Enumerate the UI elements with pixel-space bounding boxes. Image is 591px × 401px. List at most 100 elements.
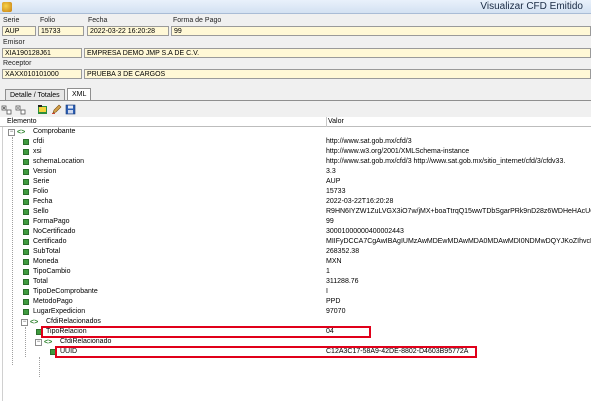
attribute-icon: [23, 279, 29, 285]
tree-row[interactable]: xsi http://www.w3.org/2001/XMLSchema-ins…: [0, 147, 591, 157]
row-name: TipoDeComprobante: [33, 288, 98, 295]
row-name: MetodoPago: [33, 298, 73, 305]
row-name: TipoCambio: [33, 268, 71, 275]
attribute-icon: [23, 169, 29, 175]
toolbar: [0, 103, 591, 116]
row-value: 15733: [326, 188, 346, 195]
tree-row[interactable]: Folio 15733: [0, 187, 591, 197]
row-name: Certificado: [33, 238, 67, 245]
edit-icon[interactable]: [51, 104, 62, 115]
row-value: 99: [326, 218, 334, 225]
attribute-icon: [23, 209, 29, 215]
attribute-icon: [23, 289, 29, 295]
tree-row[interactable]: − <> Comprobante: [0, 127, 591, 137]
save-icon[interactable]: [65, 104, 76, 115]
receptor-label: Receptor: [3, 60, 32, 67]
row-value: R9HN6IYZW1ZuLVGX3iO7w/jMX+boaTtrqQ15wwTD…: [326, 208, 591, 215]
row-value: 311288.76: [326, 278, 359, 285]
row-name: Serie: [33, 178, 50, 185]
tree-row[interactable]: NoCertificado 30001000000400002443: [0, 227, 591, 237]
folio-field[interactable]: 15733: [38, 26, 84, 36]
tree-row[interactable]: TipoCambio 1: [0, 267, 591, 277]
receptor-rfc-field[interactable]: XAXX010101000: [2, 69, 82, 79]
collapse-toggle[interactable]: −: [21, 319, 28, 326]
tab-divider: [0, 100, 591, 101]
window-title: Visualizar CFD Emitido: [480, 1, 583, 12]
row-name: xsi: [33, 148, 42, 155]
row-value: I: [326, 288, 328, 295]
tree-row[interactable]: Total 311288.76: [0, 277, 591, 287]
tree-row[interactable]: TipoDeComprobante I: [0, 287, 591, 297]
tree-row[interactable]: cfdi http://www.sat.gob.mx/cfd/3: [0, 137, 591, 147]
row-value: 3.3: [326, 168, 336, 175]
fecha-label: Fecha: [88, 17, 108, 24]
row-name: SubTotal: [33, 248, 61, 255]
collapse-toggle[interactable]: −: [8, 129, 15, 136]
fecha-field[interactable]: 2022-03-22 16:20:28: [87, 26, 169, 36]
serie-label: Serie: [3, 17, 20, 24]
receptor-nombre-field[interactable]: PRUEBA 3 DE CARGOS: [84, 69, 591, 79]
row-name: FormaPago: [33, 218, 70, 225]
highlight-tiporelacion: [41, 326, 371, 338]
attribute-icon: [23, 309, 29, 315]
tree-row[interactable]: Fecha 2022-03-22T16:20:28: [0, 197, 591, 207]
row-value: 1: [326, 268, 330, 275]
row-value: PPD: [326, 298, 341, 305]
tree-row[interactable]: schemaLocation http://www.sat.gob.mx/cfd…: [0, 157, 591, 167]
row-name: LugarExpedicion: [33, 308, 86, 315]
collapse-all-icon[interactable]: [15, 104, 26, 115]
forma-pago-field[interactable]: 99: [171, 26, 591, 36]
emisor-rfc-field[interactable]: XIA190128J61: [2, 48, 82, 58]
attribute-icon: [23, 139, 29, 145]
col-elemento[interactable]: Elemento: [7, 117, 37, 127]
tree-row[interactable]: Serie AUP: [0, 177, 591, 187]
row-value: http://www.sat.gob.mx/cfd/3 http://www.s…: [326, 158, 566, 165]
tree-row[interactable]: LugarExpedicion 97070: [0, 307, 591, 317]
col-valor[interactable]: Valor: [326, 117, 344, 127]
tree-row[interactable]: MetodoPago PPD: [0, 297, 591, 307]
row-name: Version: [33, 168, 57, 175]
grid-header: Elemento Valor: [0, 117, 591, 127]
attribute-icon: [23, 299, 29, 305]
row-value: 2022-03-22T16:20:28: [326, 198, 394, 205]
tree-row[interactable]: Version 3.3: [0, 167, 591, 177]
row-value: 97070: [326, 308, 346, 315]
tab-detalle-totales[interactable]: Detalle / Totales: [5, 89, 65, 100]
attribute-icon: [23, 229, 29, 235]
attribute-icon: [23, 249, 29, 255]
emisor-nombre-field[interactable]: EMPRESA DEMO JMP S.A DE C.V.: [84, 48, 591, 58]
attribute-icon: [23, 189, 29, 195]
row-name: Fecha: [33, 198, 53, 205]
row-name: Total: [33, 278, 48, 285]
tree-row[interactable]: Certificado MIIFyDCCA7CgAwIBAgIUMzAwMDEw…: [0, 237, 591, 247]
expand-all-icon[interactable]: [1, 104, 12, 115]
tree-line: [39, 357, 40, 377]
tree-row[interactable]: Moneda MXN: [0, 257, 591, 267]
row-name: Sello: [33, 208, 49, 215]
collapse-toggle[interactable]: −: [35, 339, 42, 346]
row-value: 268352.38: [326, 248, 360, 255]
row-value: AUP: [326, 178, 341, 185]
row-name: NoCertificado: [33, 228, 76, 235]
open-icon[interactable]: [37, 104, 48, 115]
attribute-icon: [23, 149, 29, 155]
folio-label: Folio: [40, 17, 56, 24]
tree-row[interactable]: FormaPago 99: [0, 217, 591, 227]
row-value: http://www.w3.org/2001/XMLSchema-instanc…: [326, 148, 470, 155]
attribute-icon: [23, 159, 29, 165]
attribute-icon: [23, 179, 29, 185]
grid-left-gutter: [0, 127, 3, 401]
attribute-icon: [23, 239, 29, 245]
attribute-icon: [23, 269, 29, 275]
emisor-label: Emisor: [3, 39, 25, 46]
app-icon: [2, 2, 12, 12]
forma-pago-label: Forma de Pago: [173, 17, 222, 24]
row-name: cfdi: [33, 138, 44, 145]
tree-row[interactable]: Sello R9HN6IYZW1ZuLVGX3iO7w/jMX+boaTtrqQ…: [0, 207, 591, 217]
xml-tree-grid[interactable]: − <> Comprobante cfdi http://www.sat.gob…: [0, 127, 591, 401]
tab-xml[interactable]: XML: [67, 88, 92, 100]
tree-row[interactable]: SubTotal 268352.38: [0, 247, 591, 257]
row-name: Folio: [33, 188, 49, 195]
serie-field[interactable]: AUP: [2, 26, 36, 36]
row-value: MXN: [326, 258, 342, 265]
